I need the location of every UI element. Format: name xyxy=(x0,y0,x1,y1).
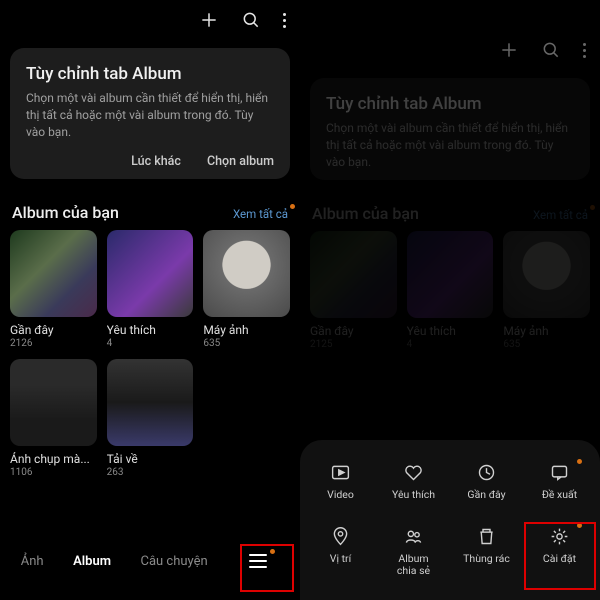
sheet-recent[interactable]: Gần đây xyxy=(450,462,523,502)
album-thumb xyxy=(203,230,290,317)
section-header: Album của bạn Xem tất cả xyxy=(0,187,300,230)
search-icon[interactable] xyxy=(241,10,261,34)
clock-icon xyxy=(476,462,497,483)
album-name: Gần đây xyxy=(10,323,97,337)
tab-album[interactable]: Album xyxy=(73,554,111,569)
sheet-label: Đề xuất xyxy=(542,489,577,502)
see-all-link[interactable]: Xem tất cả xyxy=(233,207,288,221)
sheet-label: Gần đây xyxy=(467,489,505,502)
trash-icon xyxy=(476,526,497,547)
sheet-video[interactable]: Video xyxy=(304,462,377,502)
people-icon xyxy=(403,526,424,547)
menu-icon[interactable] xyxy=(237,542,279,580)
album-item[interactable]: Yêu thích 4 xyxy=(107,230,194,349)
sheet-label: Vị trí xyxy=(330,553,351,566)
screen-left: Tùy chỉnh tab Album Chọn một vài album c… xyxy=(0,0,300,600)
tip-card: Tùy chỉnh tab Album Chọn một vài album c… xyxy=(10,48,290,179)
album-count: 1106 xyxy=(10,467,97,478)
sheet-favorite[interactable]: Yêu thích xyxy=(377,462,450,502)
album-count: 263 xyxy=(107,467,194,478)
sheet-location[interactable]: Vị trí xyxy=(304,526,377,578)
album-thumb xyxy=(107,359,194,446)
sheet-settings[interactable]: Cài đặt xyxy=(523,526,596,578)
album-name: Máy ảnh xyxy=(203,323,290,337)
sheet-label: Video xyxy=(327,489,354,502)
top-action-bar xyxy=(0,0,300,40)
sheet-shared[interactable]: Album chia sẻ xyxy=(377,526,450,578)
sheet-trash[interactable]: Thùng rác xyxy=(450,526,523,578)
bottom-nav: Ảnh Album Câu chuyện xyxy=(0,534,300,588)
album-thumb xyxy=(10,230,97,317)
tip-choose-button[interactable]: Chọn album xyxy=(207,154,274,169)
section-title: Album của bạn xyxy=(12,203,119,222)
album-thumb xyxy=(107,230,194,317)
sheet-label: Thùng rác xyxy=(463,553,510,566)
more-icon[interactable] xyxy=(283,10,286,30)
sheet-label: Album chia sẻ xyxy=(397,553,430,578)
album-name: Tải về xyxy=(107,452,194,466)
album-name: Yêu thích xyxy=(107,323,194,337)
sheet-label: Cài đặt xyxy=(543,553,576,566)
heart-icon xyxy=(403,462,424,483)
album-count: 635 xyxy=(203,338,290,349)
pin-icon xyxy=(330,526,351,547)
album-count: 2126 xyxy=(10,338,97,349)
tip-later-button[interactable]: Lúc khác xyxy=(131,154,181,169)
album-item[interactable]: Ảnh chụp mà... 1106 xyxy=(10,359,97,478)
chat-icon xyxy=(549,462,570,483)
album-thumb xyxy=(10,359,97,446)
album-item[interactable]: Tải về 263 xyxy=(107,359,194,478)
album-grid: Gần đây 2126 Yêu thích 4 Máy ảnh 635 Ảnh… xyxy=(0,230,300,477)
gear-icon xyxy=(549,526,570,547)
play-icon xyxy=(330,462,351,483)
album-name: Ảnh chụp mà... xyxy=(10,452,97,466)
screen-right: Tùy chỉnh tab Album Chọn một vài album c… xyxy=(300,0,600,600)
add-icon[interactable] xyxy=(199,10,219,34)
album-item[interactable]: Gần đây 2126 xyxy=(10,230,97,349)
bottom-sheet: Video Yêu thích Gần đây Đề xuất Vị trí A… xyxy=(300,440,600,600)
tab-stories[interactable]: Câu chuyện xyxy=(141,554,208,569)
sheet-label: Yêu thích xyxy=(392,489,435,502)
sheet-suggest[interactable]: Đề xuất xyxy=(523,462,596,502)
tip-title: Tùy chỉnh tab Album xyxy=(26,64,274,84)
album-item[interactable]: Máy ảnh 635 xyxy=(203,230,290,349)
tab-photos[interactable]: Ảnh xyxy=(21,554,44,569)
tip-text: Chọn một vài album cần thiết để hiển thị… xyxy=(26,90,274,140)
album-count: 4 xyxy=(107,338,194,349)
